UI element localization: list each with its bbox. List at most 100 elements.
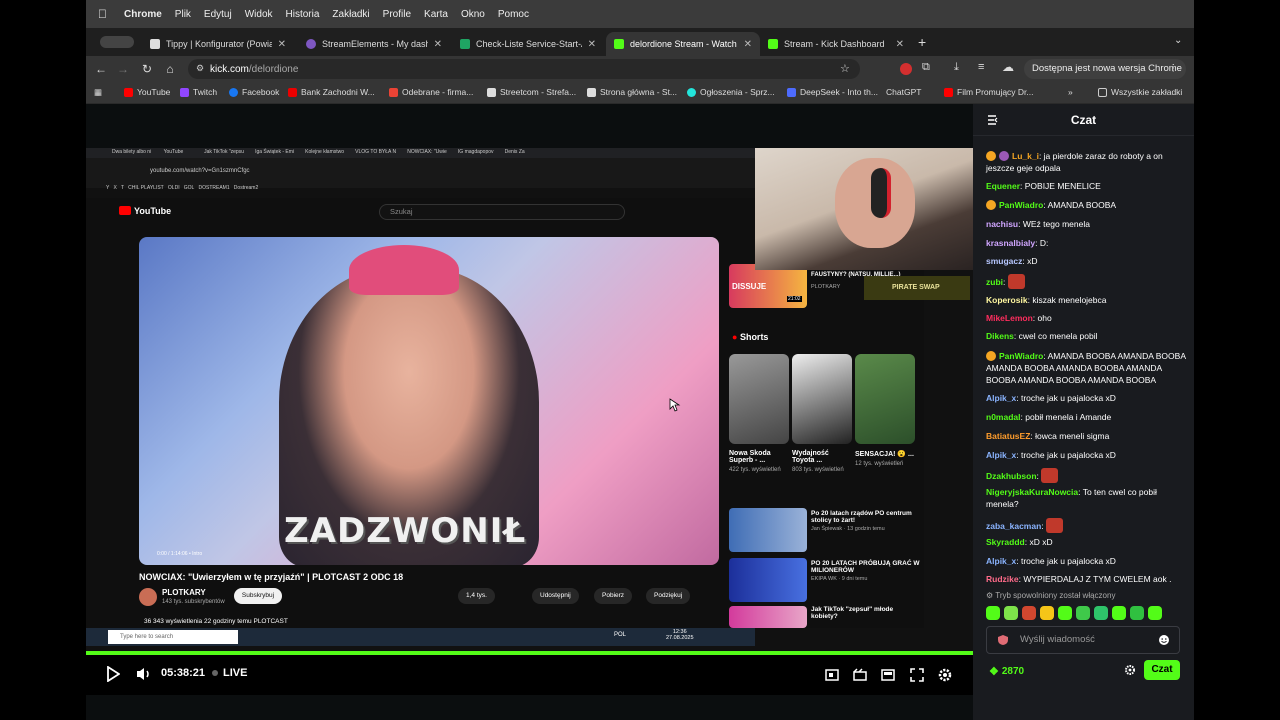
emote-icon[interactable]: [1040, 606, 1054, 620]
menu-zakladki[interactable]: Zakładki: [332, 9, 369, 20]
reload-icon[interactable]: ↻: [138, 60, 156, 78]
extension-red-icon[interactable]: [900, 63, 912, 75]
tab-group-chip[interactable]: [100, 36, 134, 48]
emoji-icon[interactable]: [1158, 634, 1170, 646]
cloud-icon[interactable]: ☁: [1002, 60, 1014, 74]
clip-icon[interactable]: [852, 667, 868, 683]
bookmark-chatgpt[interactable]: ChatGPT: [886, 87, 921, 97]
theatre-mode-icon[interactable]: [824, 667, 840, 683]
chat-username[interactable]: Lu_k_i: [1012, 151, 1039, 161]
menu-widok[interactable]: Widok: [245, 9, 273, 20]
volume-icon[interactable]: [135, 666, 153, 682]
fullscreen-icon[interactable]: [909, 667, 925, 683]
bookmark-deepseek[interactable]: DeepSeek - Into th...: [787, 87, 878, 97]
emote-icon[interactable]: [1094, 606, 1108, 620]
chat-username[interactable]: krasnalbialy: [986, 238, 1035, 248]
emote-icon[interactable]: [1130, 606, 1144, 620]
forward-arrow-icon[interactable]: →: [114, 60, 132, 78]
tab-search-chevron-icon[interactable]: ⌄: [1174, 35, 1182, 46]
emote-icon[interactable]: [986, 606, 1000, 620]
bookmark-gmail[interactable]: Odebrane - firma...: [389, 87, 473, 97]
menu-app-name[interactable]: Chrome: [124, 9, 162, 20]
home-icon[interactable]: ⌂: [161, 60, 179, 78]
chat-username[interactable]: nachisu: [986, 219, 1018, 229]
kebab-menu-icon[interactable]: ⋮: [1169, 59, 1179, 79]
close-icon[interactable]: ✕: [896, 39, 904, 50]
chat-username[interactable]: PanWiadro: [999, 200, 1043, 210]
media-controls-icon[interactable]: ≡: [978, 61, 984, 73]
menu-profile[interactable]: Profile: [383, 9, 411, 20]
menu-plik[interactable]: Plik: [175, 9, 191, 20]
miniplayer-icon[interactable]: [880, 667, 896, 683]
chat-username[interactable]: Alpik_x: [986, 393, 1016, 403]
settings-gear-icon[interactable]: [937, 667, 953, 683]
chat-username[interactable]: Dikens: [986, 331, 1014, 341]
tab-tippy[interactable]: Tippy | Konfigurator (Powiad ✕: [142, 32, 294, 56]
menu-edytuj[interactable]: Edytuj: [204, 9, 232, 20]
close-icon[interactable]: ✕: [278, 39, 286, 50]
bookmark-star-icon[interactable]: ☆: [840, 62, 850, 75]
chat-username[interactable]: Dzakhubson: [986, 471, 1037, 481]
shield-icon[interactable]: [997, 634, 1009, 646]
emote-icon[interactable]: [1004, 606, 1018, 620]
channel-points[interactable]: ❖ 2870: [989, 665, 1024, 678]
chat-text: troche jak u pajalocka xD: [1020, 450, 1116, 460]
close-icon[interactable]: ✕: [744, 39, 752, 50]
chat-username[interactable]: smugacz: [986, 256, 1022, 266]
emote-icon[interactable]: [1058, 606, 1072, 620]
chat-username[interactable]: MikeLemon: [986, 313, 1033, 323]
bookmarks-overflow-icon[interactable]: »: [1068, 87, 1073, 97]
download-icon[interactable]: ⤓: [954, 61, 959, 74]
menu-pomoc[interactable]: Pomoc: [498, 9, 529, 20]
bookmark-twitch[interactable]: Twitch: [180, 87, 217, 97]
new-tab-plus-icon[interactable]: +: [918, 34, 926, 50]
chat-username[interactable]: PanWiadro: [999, 351, 1043, 361]
page-icon: [487, 87, 496, 97]
all-bookmarks[interactable]: Wszystkie zakładki: [1098, 87, 1182, 97]
chat-send-button[interactable]: Czat: [1144, 660, 1180, 680]
emote-icon[interactable]: [1022, 606, 1036, 620]
bookmark-film[interactable]: Film Promujący Dr...: [944, 87, 1034, 97]
tab-kick-dashboard[interactable]: Stream - Kick Dashboard ✕: [760, 32, 912, 56]
address-bar[interactable]: ⚙ kick.com/delordione ☆: [188, 59, 860, 79]
chat-username[interactable]: Koperosik: [986, 295, 1028, 305]
emote-icon[interactable]: [1148, 606, 1162, 620]
chat-username[interactable]: zubi: [986, 277, 1003, 287]
chrome-update-button[interactable]: Dostępna jest nowa wersja Chrome ⋮: [1024, 59, 1186, 79]
stream-video[interactable]: Dwa bilety albo ni YouTube Jak TikTok "z…: [86, 148, 973, 653]
apple-icon[interactable]: : [98, 7, 112, 21]
apps-grid-icon[interactable]: ▦: [94, 87, 102, 98]
tab-checklist[interactable]: Check-Liste Service-Start-Al ✕: [452, 32, 604, 56]
back-arrow-icon[interactable]: ←: [92, 60, 110, 78]
bookmark-youtube[interactable]: YouTube: [124, 87, 170, 97]
menu-karta[interactable]: Karta: [424, 9, 448, 20]
play-icon[interactable]: [106, 666, 120, 682]
chat-username[interactable]: BatiatusEZ: [986, 431, 1030, 441]
chat-username[interactable]: n0madal: [986, 412, 1021, 422]
chat-settings-gear-icon[interactable]: [1124, 664, 1136, 676]
chat-username[interactable]: Alpik_x: [986, 450, 1016, 460]
chat-username[interactable]: zaba_kacman: [986, 521, 1041, 531]
bookmark-olx[interactable]: Ogłoszenia - Sprz...: [687, 87, 775, 97]
close-icon[interactable]: ✕: [434, 39, 442, 50]
bookmark-streetcom[interactable]: Streetcom - Strefa...: [487, 87, 576, 97]
collapse-chat-icon[interactable]: [987, 114, 999, 126]
close-icon[interactable]: ✕: [588, 39, 596, 50]
chat-username[interactable]: Rudzike: [986, 574, 1019, 584]
chat-message-input[interactable]: Wyślij wiadomość: [986, 626, 1180, 654]
emote-icon[interactable]: [1112, 606, 1126, 620]
bookmark-facebook[interactable]: Facebook: [229, 87, 279, 97]
chat-username[interactable]: Equener: [986, 181, 1020, 191]
menu-okno[interactable]: Okno: [461, 9, 485, 20]
extensions-puzzle-icon[interactable]: ⧉: [922, 61, 930, 74]
tab-delordione-stream[interactable]: delordione Stream - Watch Li ✕: [606, 32, 760, 56]
bookmark-bank[interactable]: Bank Zachodni W...: [288, 87, 375, 97]
menu-historia[interactable]: Historia: [286, 9, 320, 20]
chat-username[interactable]: NigeryjskaKuraNowcia: [986, 487, 1078, 497]
chat-username[interactable]: Skyraddd: [986, 537, 1025, 547]
bookmark-strona-glowna[interactable]: Strona główna - St...: [587, 87, 677, 97]
site-info-icon[interactable]: ⚙: [196, 63, 204, 74]
emote-icon[interactable]: [1076, 606, 1090, 620]
tab-streamelements[interactable]: StreamElements - My dashbo ✕: [298, 32, 450, 56]
chat-username[interactable]: Alpik_x: [986, 556, 1016, 566]
